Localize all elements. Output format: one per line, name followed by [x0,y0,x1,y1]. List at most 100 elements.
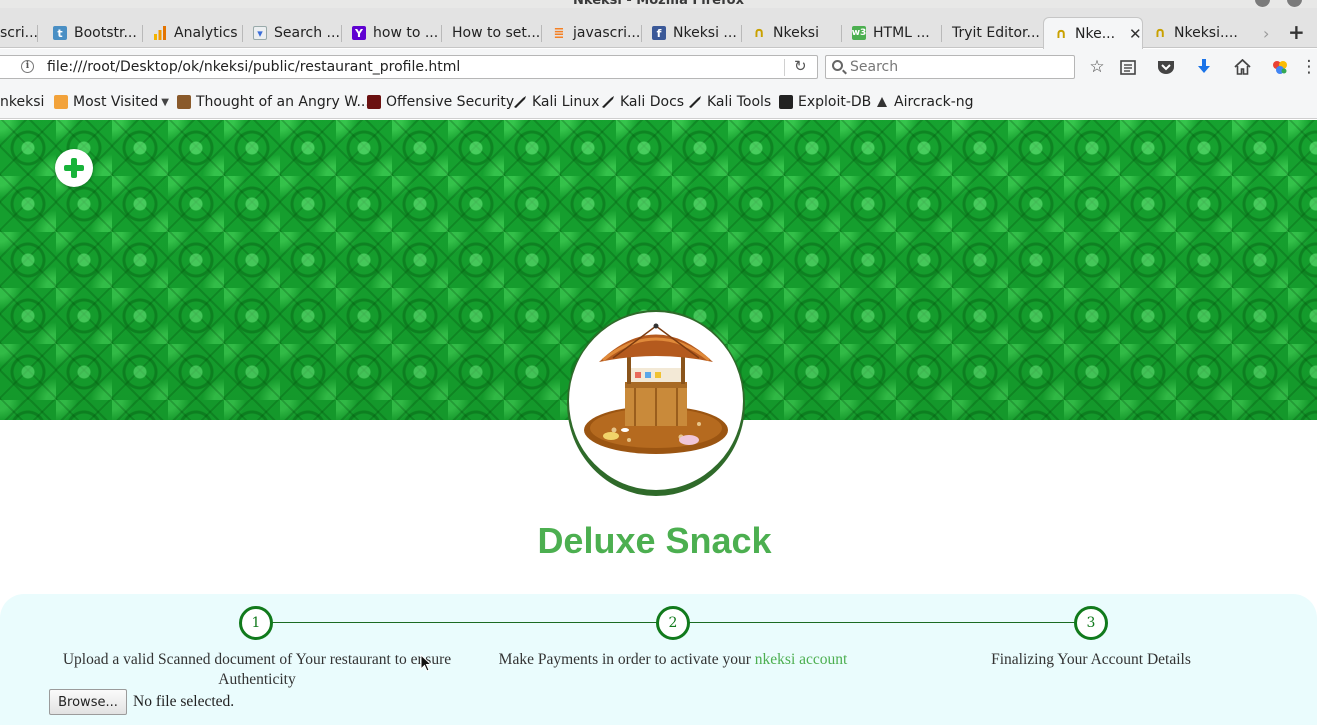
tab-10[interactable]: w3 HTML ... [842,18,942,48]
search-bar[interactable]: Search [825,55,1075,79]
bookmark-label: Offensive Security [386,94,515,110]
bookmark-label: Most Visited [73,94,159,110]
step-3-indicator: 3 [1074,606,1108,640]
tab-label: Nkeksi [773,25,819,41]
mouse-cursor-icon [420,653,433,676]
bookmark-label: Aircrack-ng [894,94,974,110]
bookmark-offensive-security[interactable]: Offensive Security [367,94,514,110]
tab-label: HTML ... [873,25,930,41]
scroll-tabs-right-icon[interactable]: › [1263,24,1269,43]
close-tab-icon[interactable]: ✕ [1129,25,1142,43]
tab-label: Bootstr... [74,25,137,41]
tab-2[interactable]: t Bootstr... [44,18,143,48]
tab-label: scri... [0,25,38,41]
bookmark-label: Kali Linux [532,94,600,110]
plus-icon [64,158,84,178]
overflow-menu-icon[interactable]: ⋮ [1301,55,1317,79]
search-placeholder[interactable]: Search [850,59,898,75]
offensive-security-favicon-icon [367,95,381,109]
analytics-favicon-icon [153,26,167,40]
restaurant-profile-page: Deluxe Snack 1 2 3 Upload a valid Scanne… [0,120,1317,725]
kali-dragon-icon [513,95,527,109]
bookmark-kali-tools[interactable]: Kali Tools [688,94,771,110]
tab-7[interactable]: ≣ javascri... [542,18,642,48]
tab-label: Nke... [1075,25,1116,42]
step-2-indicator: 2 [656,606,690,640]
tab-label: How to set... [452,25,541,41]
tab-9[interactable]: ∩ Nkeksi [742,18,842,48]
step-2-text: Make Payments in order to activate your [498,651,755,668]
w3schools-favicon-icon: w3 [851,26,867,40]
bookmark-label: Thought of an Angry W... [196,94,370,110]
reload-icon[interactable]: ↻ [794,57,807,75]
tab-1[interactable]: scri... [0,18,38,48]
tab-label: Nkeksi ... [673,25,737,41]
bookmark-aircrack-ng[interactable]: Aircrack-ng [875,94,974,110]
bookmark-kali-docs[interactable]: Kali Docs [601,94,684,110]
exploit-db-favicon-icon [779,95,793,109]
angry-face-favicon-icon [177,95,191,109]
bookmark-label: nkeksi [0,94,45,110]
url-text[interactable]: file:///root/Desktop/ok/nkeksi/public/re… [47,59,460,75]
aircrack-favicon-icon [875,95,889,109]
window-title: Nkeksi - Mozilla Firefox [573,0,744,8]
facebook-favicon-icon: f [652,26,666,40]
search-console-favicon-icon: ▾ [253,26,267,40]
tab-8[interactable]: f Nkeksi ... [642,18,742,48]
add-button[interactable] [55,149,93,187]
bookmark-star-icon[interactable]: ☆ [1085,55,1109,79]
tab-6[interactable]: How to set... [442,18,542,48]
browse-file-button[interactable]: Browse... [49,689,127,715]
snack-stand-logo [569,312,743,490]
bookmarks-toolbar: nkeksi Most Visited ▼ Thought of an Angr… [0,85,1317,119]
kali-dragon-icon [688,95,702,109]
file-selection-status: No file selected. [133,693,235,710]
new-tab-icon[interactable]: + [1288,20,1305,44]
bookmark-most-visited[interactable]: Most Visited ▼ [54,94,169,110]
kali-dragon-icon [601,95,615,109]
window-titlebar: Nkeksi - Mozilla Firefox [0,0,1317,8]
downloads-icon[interactable] [1192,55,1216,79]
bookmark-nkeksi[interactable]: nkeksi [0,94,44,110]
step-3-description: Finalizing Your Account Details [991,651,1191,668]
activation-steps-panel: 1 2 3 Upload a valid Scanned document of… [0,594,1317,725]
step-1-indicator: 1 [239,606,273,640]
headphones-favicon-icon: ∩ [753,25,765,41]
restaurant-name: Deluxe Snack [537,520,772,561]
chevron-down-icon: ▼ [161,96,169,108]
site-info-icon[interactable]: i [21,60,34,73]
bookmark-thought-of-an-angry[interactable]: Thought of an Angry W... [177,94,370,110]
tab-12-active[interactable]: ∩ Nke... ✕ [1043,17,1143,49]
restaurant-avatar [567,310,745,496]
folder-icon [54,95,68,109]
url-bar[interactable]: i file:///root/Desktop/ok/nkeksi/public/… [0,55,818,79]
tab-label: Tryit Editor... [952,25,1040,41]
navigation-bar: i file:///root/Desktop/ok/nkeksi/public/… [0,49,1317,85]
home-icon[interactable] [1230,55,1254,79]
headphones-favicon-icon: ∩ [1154,25,1166,41]
bookmark-exploit-db[interactable]: Exploit-DB [779,94,871,110]
tab-5[interactable]: Y how to ... [342,18,442,48]
tab-label: Nkeksi.... [1174,25,1238,41]
tab-13[interactable]: ∩ Nkeksi.... [1145,18,1250,48]
tab-4[interactable]: ▾ Search ... [243,18,342,48]
tab-strip: scri... t Bootstr... Analytics ▾ Search … [0,8,1317,49]
step-1-description: Upload a valid Scanned document of Your … [62,651,452,688]
document-upload: Browse... No file selected. [49,689,234,715]
extension-colorful-icon[interactable] [1268,55,1292,79]
headphones-favicon-icon: ∩ [1055,25,1067,42]
reading-list-icon[interactable] [1116,55,1140,79]
bookmark-kali-linux[interactable]: Kali Linux [513,94,599,110]
urlbar-divider [784,59,785,76]
tab-label: Search ... [274,25,340,41]
yahoo-favicon-icon: Y [352,26,366,40]
step-2-description: Make Payments in order to activate your … [468,650,878,670]
bookmark-label: Exploit-DB [798,94,872,110]
tab-label: Analytics [174,25,238,41]
stackoverflow-favicon-icon: ≣ [553,25,565,41]
pocket-icon[interactable] [1154,55,1178,79]
nkeksi-account-link[interactable]: nkeksi account [755,651,848,668]
tab-3[interactable]: Analytics [143,18,243,48]
tab-11[interactable]: Tryit Editor... [942,18,1042,48]
twitter-favicon-icon: t [53,26,67,40]
